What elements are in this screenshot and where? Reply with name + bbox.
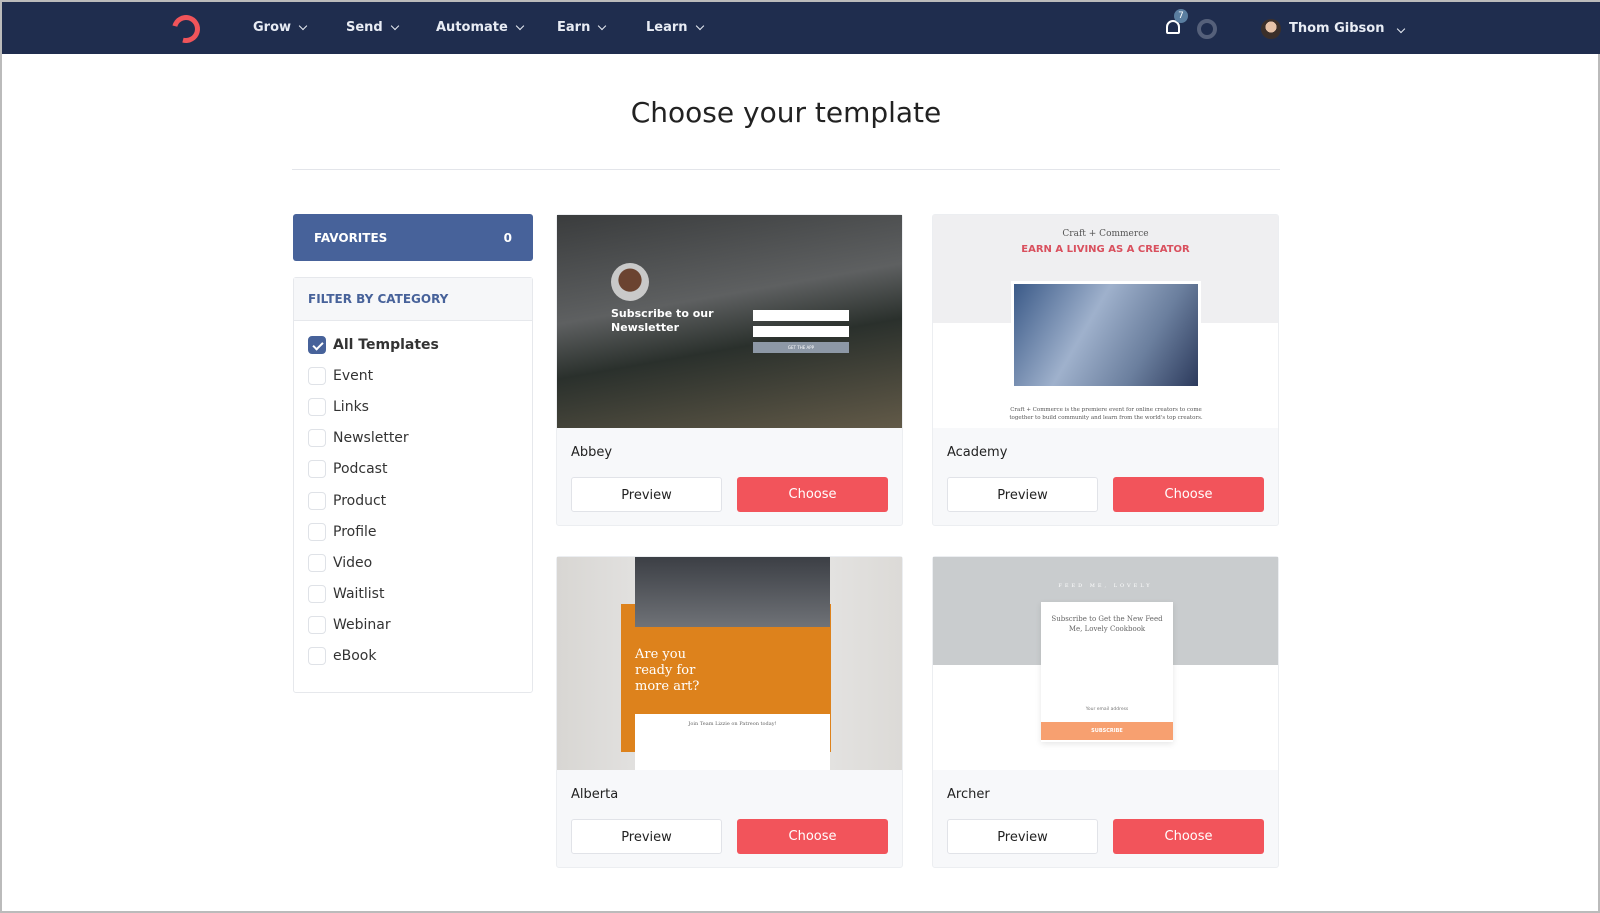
notification-badge: 7	[1174, 9, 1188, 23]
nav-send[interactable]: Send	[346, 20, 399, 35]
checkbox[interactable]	[308, 522, 326, 541]
filter-option-label: Event	[333, 367, 374, 384]
chevron-down-icon	[598, 21, 607, 30]
template-card-alberta: Are you ready for more art? Join Team Li…	[556, 556, 903, 868]
thumb-heading: EARN A LIVING AS A CREATOR	[1021, 244, 1190, 255]
thumb-body: Craft + Commerce is the premiere event f…	[1009, 407, 1203, 421]
nav-learn[interactable]: Learn	[646, 20, 704, 35]
filter-option-waitlist[interactable]: Waitlist	[294, 579, 532, 610]
filter-option-newsletter[interactable]: Newsletter	[294, 423, 532, 454]
loading-ring-icon	[1197, 19, 1217, 39]
checkbox[interactable]	[308, 647, 326, 666]
chevron-down-icon	[1397, 24, 1406, 34]
thumb-video	[635, 557, 830, 627]
template-card-archer: FEED ME, LOVELY Subscribe to Get the New…	[932, 556, 1279, 868]
filter-option-label: Newsletter	[333, 430, 409, 447]
filter-option-label: Podcast	[333, 461, 388, 478]
nav-label: Send	[346, 20, 383, 35]
filter-option-label: Waitlist	[333, 586, 385, 603]
filter-option-label: All Templates	[333, 336, 439, 353]
template-name: Archer	[947, 787, 990, 802]
page-title: Choose your template	[630, 96, 942, 129]
nav-label: Automate	[436, 20, 508, 35]
template-thumbnail[interactable]: Are you ready for more art? Join Team Li…	[557, 557, 902, 770]
chevron-down-icon	[695, 21, 704, 30]
user-menu[interactable]: Thom Gibson	[1289, 21, 1406, 36]
filter-option-label: Video	[333, 554, 373, 571]
filter-option-profile[interactable]: Profile	[294, 516, 532, 547]
template-card-academy: Craft + Commerce EARN A LIVING AS A CREA…	[932, 214, 1279, 526]
thumb-brand: FEED ME, LOVELY	[1058, 583, 1153, 589]
filter-option-ebook[interactable]: eBook	[294, 641, 532, 672]
filter-option-webinar[interactable]: Webinar	[294, 610, 532, 641]
filter-option-label: Profile	[333, 523, 377, 540]
filter-title: FILTER BY CATEGORY	[294, 278, 532, 321]
logo[interactable]	[166, 9, 206, 49]
chevron-down-icon	[515, 21, 525, 30]
nav-label: Grow	[253, 20, 292, 35]
template-name: Alberta	[571, 787, 619, 802]
thumb-heading: Are you ready for more art?	[635, 647, 700, 694]
preview-button[interactable]: Preview	[947, 819, 1098, 854]
thumb-input	[753, 326, 849, 337]
video-thumbnail	[1011, 281, 1201, 389]
filter-option-video[interactable]: Video	[294, 547, 532, 578]
thumb-brand: Craft + Commerce	[1062, 229, 1149, 239]
checkbox[interactable]	[308, 335, 326, 354]
thumb-heading: Subscribe to Get the New Feed Me, Lovely…	[1051, 615, 1163, 633]
preview-button[interactable]: Preview	[571, 477, 722, 512]
checkbox[interactable]	[308, 397, 326, 416]
filter-option-podcast[interactable]: Podcast	[294, 454, 532, 485]
filter-option-label: eBook	[333, 648, 377, 665]
nav-grow[interactable]: Grow	[253, 20, 308, 35]
filter-option-label: Product	[333, 492, 387, 509]
filter-option-product[interactable]: Product	[294, 485, 532, 516]
author-avatar	[611, 263, 649, 301]
nav-label: Earn	[557, 20, 591, 35]
filter-option-event[interactable]: Event	[294, 360, 532, 391]
avatar[interactable]	[1261, 19, 1281, 39]
preview-button[interactable]: Preview	[571, 819, 722, 854]
template-thumbnail[interactable]: Craft + Commerce EARN A LIVING AS A CREA…	[933, 215, 1278, 428]
filter-option-links[interactable]: Links	[294, 391, 532, 422]
filter-option-label: Webinar	[333, 617, 391, 634]
checkbox[interactable]	[308, 429, 326, 448]
chevron-down-icon	[298, 21, 308, 30]
template-thumbnail[interactable]: Subscribe to our Newsletter GET THE APP	[557, 215, 902, 428]
checkbox[interactable]	[308, 460, 326, 479]
template-name: Abbey	[571, 445, 613, 460]
top-nav: Grow Send Automate Earn Learn 7 Thom Gib…	[2, 2, 1600, 54]
category-filter: FILTER BY CATEGORY All Templates Event Lin…	[293, 277, 533, 693]
thumb-cta: SUBSCRIBE	[1041, 722, 1173, 740]
favorites-count: 0	[503, 230, 512, 245]
thumb-email: Your email address	[1085, 707, 1129, 712]
checkbox[interactable]	[308, 366, 326, 385]
checkbox[interactable]	[308, 585, 326, 604]
choose-button[interactable]: Choose	[737, 819, 888, 854]
filter-option-label: Links	[333, 398, 369, 415]
thumb-heading: Subscribe to our Newsletter	[611, 307, 714, 334]
checkbox[interactable]	[308, 553, 326, 572]
thumb-sub: Join Team Lizzie on Patreon today!	[688, 721, 777, 727]
nav-automate[interactable]: Automate	[436, 20, 525, 35]
checkbox[interactable]	[308, 616, 326, 635]
filter-option-all-templates[interactable]: All Templates	[294, 329, 532, 360]
checkbox[interactable]	[308, 491, 326, 510]
thumb-cta: GET THE APP	[753, 342, 849, 353]
choose-button[interactable]: Choose	[1113, 477, 1264, 512]
chevron-down-icon	[390, 21, 399, 30]
choose-button[interactable]: Choose	[737, 477, 888, 512]
choose-button[interactable]: Choose	[1113, 819, 1264, 854]
thumb-input	[753, 310, 849, 321]
template-card-abbey: Subscribe to our Newsletter GET THE APP …	[556, 214, 903, 526]
template-name: Academy	[947, 445, 1008, 460]
nav-label: Learn	[646, 20, 688, 35]
template-thumbnail[interactable]: FEED ME, LOVELY Subscribe to Get the New…	[933, 557, 1278, 770]
favorites-label: FAVORITES	[314, 230, 388, 245]
preview-button[interactable]: Preview	[947, 477, 1098, 512]
user-name: Thom Gibson	[1289, 21, 1385, 36]
favorites-button[interactable]: FAVORITES 0	[293, 214, 533, 261]
nav-earn[interactable]: Earn	[557, 20, 607, 35]
divider	[292, 169, 1280, 170]
